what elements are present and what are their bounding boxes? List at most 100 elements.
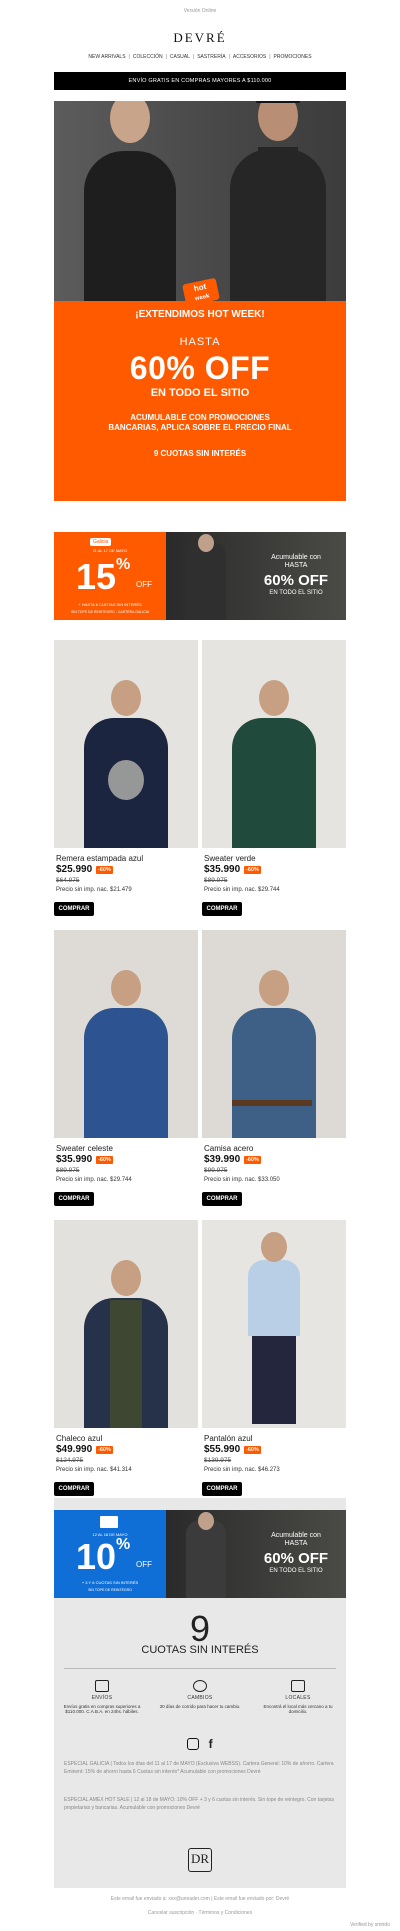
facebook-icon[interactable]: f [209,1737,213,1751]
amex-tope: SIN TOPE DE REINTEGRO [88,1588,132,1592]
benefit-envios[interactable]: ENVÍOS Envíos gratis en compras superior… [60,1680,144,1714]
email-page: Versión Online DEVRÉ NEW ARRIVALS | COLEC… [0,0,400,1928]
product-card[interactable]: Chaleco azul $49.990 -60% $124.975 Preci… [54,1220,198,1500]
amex-60off: 60% OFF [263,1550,329,1567]
discount-badge: -60% [244,1156,261,1164]
buy-button[interactable]: COMPRAR [54,1482,94,1496]
product-photo [202,930,346,1138]
cuotas-title: CUOTAS SIN INTERÉS [141,1644,259,1656]
model-left [84,101,176,301]
top-nav: NEW ARRIVALS | COLECCIÓN | CASUAL | SASTRER… [0,54,400,66]
product-photo [202,640,346,848]
product-net-price: Precio sin imp. nac. $33.050 [204,1177,280,1183]
product-card[interactable]: Camisa acero $39.990 -60% $99.975 Precio… [202,930,346,1210]
product-old-price: $124.975 [56,1457,84,1464]
product-price: $35.990 [204,864,241,875]
hero-photo [54,101,346,301]
product-name[interactable]: Chaleco azul [56,1434,102,1443]
product-grid: Remera estampada azul $25.990 -60% $64.9… [54,640,346,1500]
galicia-pct: 15% [76,556,131,597]
amex-off: OFF [136,1560,152,1569]
product-card[interactable]: Remera estampada azul $25.990 -60% $64.9… [54,640,198,920]
product-old-price: $99.975 [204,1167,228,1174]
hero-hasta: HASTA [179,336,221,348]
amex-pct: 10% [76,1536,131,1577]
buy-button[interactable]: COMPRAR [202,1482,242,1496]
product-name[interactable]: Pantalón azul [204,1434,252,1443]
nav-sastreria[interactable]: SASTRERÍA [197,54,225,66]
discount-badge: -60% [96,1446,113,1454]
instagram-icon[interactable] [187,1737,200,1750]
truck-icon [95,1680,109,1692]
discount-badge: -60% [244,1446,261,1454]
social-links: f [54,1736,346,1751]
buy-button[interactable]: COMPRAR [202,902,242,916]
free-shipping-bar: ENVÍO GRATIS EN COMPRAS MAYORES A $110.0… [54,72,346,90]
galicia-offer: Galicia 11 AL 17 DE MAYO 15% OFF + HASTA… [54,532,166,620]
product-price: $39.990 [204,1154,241,1165]
model-right [230,101,326,301]
web-version-link[interactable]: Versión Online [0,0,400,18]
benefit-cambios[interactable]: CAMBIOS 30 días de corrido para hacer tu… [158,1680,242,1709]
legal-amex: ESPECIAL AMEX HOT SALE | 12 al 18 de MAY… [64,1797,335,1811]
brand-logo[interactable]: DEVRÉ [0,18,400,54]
benefits-section: 12 AL 18 DE MAYO 10% OFF + 3 Y 6 CUOTAS … [54,1498,346,1888]
exchange-icon [193,1680,207,1692]
product-old-price: $139.975 [204,1457,232,1464]
product-old-price: $89.975 [56,1167,80,1174]
amex-offer: 12 AL 18 DE MAYO 10% OFF + 3 Y 6 CUOTAS … [54,1510,166,1598]
galicia-cuotas: + HASTA 6 CUOTAS SIN INTERÉS [78,602,142,607]
store-icon [291,1680,305,1692]
product-price: $55.990 [204,1444,241,1455]
discount-badge: -60% [244,866,261,874]
product-price: $49.990 [56,1444,93,1455]
nav-casual[interactable]: CASUAL [170,54,190,66]
galicia-tope: SIN TOPE DE REINTEGRO - CARTERA GALICIA [70,610,150,614]
galicia-off: OFF [136,580,152,589]
product-net-price: Precio sin imp. nac. $41.314 [56,1467,132,1473]
nav-coleccion[interactable]: COLECCIÓN [133,54,163,66]
product-name[interactable]: Camisa acero [204,1144,253,1153]
product-name[interactable]: Sweater celeste [56,1144,113,1153]
buy-button[interactable]: COMPRAR [54,1192,94,1206]
galicia-dates: 11 AL 17 DE MAYO [92,548,128,553]
footer-logo[interactable]: DR [188,1848,212,1872]
galicia-banner[interactable]: Galicia 11 AL 17 DE MAYO 15% OFF + HASTA… [54,532,346,620]
footer-links[interactable]: Cancelar suscripción · Términos y Condic… [0,1910,400,1916]
benefit-locales[interactable]: LOCALES Encontrá el local más cercano a … [256,1680,340,1714]
product-card[interactable]: Sweater verde $35.990 -60% $89.975 Preci… [202,640,346,920]
hero-discount: 60% OFF [129,350,271,386]
hero-site: EN TODO EL SITIO [150,387,250,399]
hero-extend-title: ¡EXTENDIMOS HOT WEEK! [135,309,265,320]
product-name[interactable]: Sweater verde [204,854,256,863]
discount-badge: -60% [96,866,113,874]
legal-galicia: ESPECIAL GALICIA | Todos los días del 11… [64,1761,334,1775]
hero-banner[interactable]: hot week ¡EXTENDIMOS HOT WEEK! HASTA 60% … [54,101,346,501]
hero-promo-block: ¡EXTENDIMOS HOT WEEK! HASTA 60% OFF EN T… [54,301,346,501]
product-net-price: Precio sin imp. nac. $29.744 [204,887,280,893]
divider [64,1668,336,1669]
galicia-tag: Galicia [90,538,112,546]
amex-logo-icon [100,1516,118,1528]
product-price: $25.990 [56,864,93,875]
amex-cuotas: + 3 Y 6 CUOTAS SIN INTERÉS [81,1580,139,1585]
product-card[interactable]: Pantalón azul $55.990 -60% $139.975 Prec… [202,1220,346,1500]
nav-promociones[interactable]: PROMOCIONES [274,54,312,66]
amex-acumulable: Acumulable con HASTA 60% OFF EN TODO EL S… [166,1510,346,1598]
product-net-price: Precio sin imp. nac. $29.744 [56,1177,132,1183]
buy-button[interactable]: COMPRAR [202,1192,242,1206]
nav-new-arrivals[interactable]: NEW ARRIVALS [88,54,125,66]
verified-by[interactable]: Verified by smtrdo [350,1922,390,1928]
discount-badge: -60% [96,1156,113,1164]
product-card[interactable]: Sweater celeste $35.990 -60% $89.975 Pre… [54,930,198,1210]
product-photo [54,1220,198,1428]
product-old-price: $64.975 [56,877,80,884]
product-price: $35.990 [56,1154,93,1165]
buy-button[interactable]: COMPRAR [54,902,94,916]
nav-accesorios[interactable]: ACCESORIOS [233,54,266,66]
product-net-price: Precio sin imp. nac. $46.273 [204,1467,280,1473]
footer-sent-to: Este email fue enviado a: xxx@uneader.co… [110,1896,290,1902]
amex-banner[interactable]: 12 AL 18 DE MAYO 10% OFF + 3 Y 6 CUOTAS … [54,1510,346,1598]
product-name[interactable]: Remera estampada azul [56,854,143,863]
hero-cuotas: 9 CUOTAS SIN INTERÉS [153,449,247,458]
